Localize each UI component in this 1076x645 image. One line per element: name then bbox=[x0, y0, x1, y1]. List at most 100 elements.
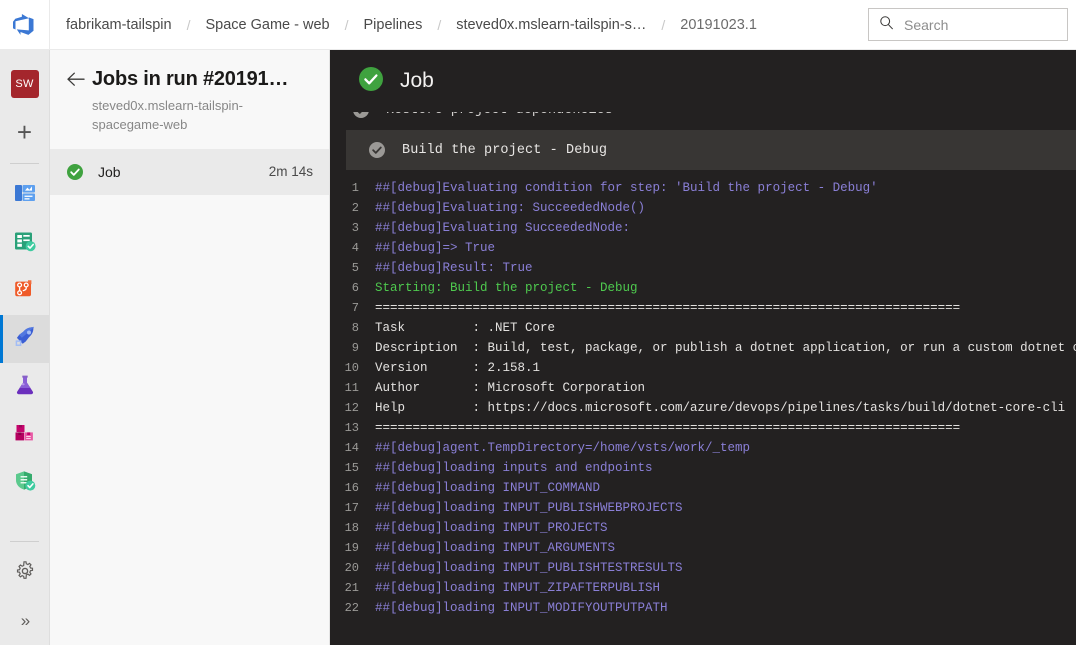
log-line-number: 19 bbox=[344, 541, 359, 555]
log-line-number: 21 bbox=[344, 581, 359, 595]
rail-divider-top bbox=[10, 163, 39, 164]
gear-icon bbox=[14, 560, 36, 587]
breadcrumb-pipeline[interactable]: steved0x.mslearn-tailspin-s… bbox=[452, 17, 650, 33]
log-line: 9 Description : Build, test, package, or … bbox=[330, 338, 1076, 358]
log-line-text: ##[debug]=> True bbox=[375, 241, 496, 255]
breadcrumb-organization[interactable]: fabrikam-tailspin bbox=[62, 17, 176, 33]
back-arrow-icon[interactable] bbox=[66, 71, 92, 87]
breadcrumb-separator: / bbox=[661, 16, 666, 33]
log-line-number: 2 bbox=[351, 201, 359, 215]
sidebar-item-repos[interactable] bbox=[0, 267, 49, 315]
log-line: 13 ======================================… bbox=[330, 418, 1076, 438]
log-line-number: 13 bbox=[344, 421, 359, 435]
chevron-double-right-icon: » bbox=[20, 611, 31, 630]
azure-devops-logo-icon[interactable] bbox=[0, 0, 50, 49]
log-line: 22 ##[debug]loading INPUT_MODIFYOUTPUTPAT… bbox=[330, 598, 1076, 618]
steps-scroll-region[interactable]: Restore project dependencies Build the p… bbox=[330, 112, 1076, 645]
log-line-text: ##[debug]agent.TempDirectory=/home/vsts/… bbox=[375, 441, 751, 455]
log-line-number: 15 bbox=[344, 461, 359, 475]
log-line-text: ##[debug]loading INPUT_ZIPAFTERPUBLISH bbox=[375, 581, 661, 595]
sidebar-expand-button[interactable]: » bbox=[0, 597, 49, 645]
shield-check-icon bbox=[13, 469, 37, 498]
log-line-number: 4 bbox=[351, 241, 359, 255]
sidebar-item-security[interactable] bbox=[0, 459, 49, 507]
log-line: 19 ##[debug]loading INPUT_ARGUMENTS bbox=[330, 538, 1076, 558]
log-line: 12 Help : https://docs.microsoft.com/azur… bbox=[330, 398, 1076, 418]
log-line-text: ##[debug]Result: True bbox=[375, 261, 533, 275]
log-line-text: Task : .NET Core bbox=[375, 321, 556, 335]
log-line-text: Help : https://docs.microsoft.com/azure/… bbox=[375, 401, 1066, 415]
log-line-text: ##[debug]Evaluating SucceededNode: bbox=[375, 221, 631, 235]
log-line: 10 Version : 2.158.1 bbox=[330, 358, 1076, 378]
log-line: 14 ##[debug]agent.TempDirectory=/home/vst… bbox=[330, 438, 1076, 458]
log-line-number: 16 bbox=[344, 481, 359, 495]
job-duration: 2m 14s bbox=[268, 164, 313, 180]
log-line-text: ##[debug]loading INPUT_PUBLISHTESTRESULT… bbox=[375, 561, 683, 575]
avatar: SW bbox=[10, 70, 39, 98]
breadcrumb-pipelines[interactable]: Pipelines bbox=[359, 17, 426, 33]
log-line: 18 ##[debug]loading INPUT_PROJECTS bbox=[330, 518, 1076, 538]
log-line: 3 ##[debug]Evaluating SucceededNode: bbox=[330, 218, 1076, 238]
log-line-text: ##[debug]loading INPUT_ARGUMENTS bbox=[375, 541, 616, 555]
step-row-clipped[interactable]: Restore project dependencies bbox=[330, 112, 1076, 130]
test-plans-flask-icon bbox=[13, 373, 37, 402]
list-item[interactable]: Job 2m 14s bbox=[50, 148, 329, 195]
log-line: 15 ##[debug]loading inputs and endpoints bbox=[330, 458, 1076, 478]
log-line-number: 3 bbox=[351, 221, 359, 235]
log-line: 5 ##[debug]Result: True bbox=[330, 258, 1076, 278]
log-line: 4 ##[debug]=> True bbox=[330, 238, 1076, 258]
sidebar-item-artifacts[interactable] bbox=[0, 411, 49, 459]
jobs-panel-subtitle: steved0x.mslearn-tailspin-spacegame-web bbox=[92, 98, 244, 132]
rail-spacer bbox=[0, 507, 49, 534]
log-line-number: 17 bbox=[344, 501, 359, 515]
log-line-number: 1 bbox=[351, 181, 359, 195]
project-avatar-sw[interactable]: SW bbox=[0, 60, 49, 108]
grey-check-circle-icon bbox=[352, 112, 370, 119]
artifacts-boxes-icon bbox=[13, 421, 37, 450]
log-line-text: ##[debug]loading inputs and endpoints bbox=[375, 461, 653, 475]
log-line-text: Description : Build, test, package, or p… bbox=[375, 341, 1076, 355]
jobs-panel: Jobs in run #20191… steved0x.mslearn-tai… bbox=[50, 50, 330, 645]
log-line: 20 ##[debug]loading INPUT_PUBLISHTESTRESU… bbox=[330, 558, 1076, 578]
green-check-circle-icon bbox=[358, 66, 384, 97]
breadcrumb-run[interactable]: 20191023.1 bbox=[676, 17, 761, 33]
sidebar-item-test-plans[interactable] bbox=[0, 363, 49, 411]
log-line-number: 22 bbox=[344, 601, 359, 615]
sidebar-item-boards[interactable] bbox=[0, 219, 49, 267]
log-line: 7 =======================================… bbox=[330, 298, 1076, 318]
search-input[interactable] bbox=[904, 16, 1076, 33]
log-line: 16 ##[debug]loading INPUT_COMMAND bbox=[330, 478, 1076, 498]
search-box[interactable] bbox=[868, 8, 1076, 41]
main-body: SW + » Jobs in run #20191… steved0x.msle… bbox=[0, 50, 1076, 645]
sidebar-item-project-settings[interactable] bbox=[0, 549, 49, 597]
log-line: 11 Author : Microsoft Corporation bbox=[330, 378, 1076, 398]
green-check-circle-icon bbox=[66, 163, 84, 181]
sidebar-item-pipelines[interactable] bbox=[0, 315, 49, 363]
new-item-button[interactable]: + bbox=[0, 108, 49, 156]
breadcrumb-project[interactable]: Space Game - web bbox=[201, 17, 333, 33]
log-line-text: ##[debug]loading INPUT_COMMAND bbox=[375, 481, 601, 495]
log-title: Job bbox=[400, 69, 434, 92]
log-line-number: 20 bbox=[344, 561, 359, 575]
breadcrumb: fabrikam-tailspin / Space Game - web / P… bbox=[50, 0, 868, 49]
log-line-number: 5 bbox=[351, 261, 359, 275]
overview-icon bbox=[13, 181, 37, 210]
breadcrumb-separator: / bbox=[344, 16, 349, 33]
log-line-text: Version : 2.158.1 bbox=[375, 361, 541, 375]
step-header-build-the-project-debug[interactable]: Build the project - Debug bbox=[346, 130, 1076, 170]
sidebar-item-overview[interactable] bbox=[0, 171, 49, 219]
step-name-clipped: Restore project dependencies bbox=[386, 112, 613, 118]
log-line-list[interactable]: 1 ##[debug]Evaluating condition for step:… bbox=[330, 170, 1076, 618]
step-name: Build the project - Debug bbox=[402, 142, 608, 158]
log-line-number: 8 bbox=[351, 321, 359, 335]
log-line: 17 ##[debug]loading INPUT_PUBLISHWEBPROJE… bbox=[330, 498, 1076, 518]
log-line: 6 Starting: Build the project - Debug bbox=[330, 278, 1076, 298]
breadcrumb-separator: / bbox=[186, 16, 191, 33]
log-line: 21 ##[debug]loading INPUT_ZIPAFTERPUBLISH bbox=[330, 578, 1076, 598]
log-line-text: ========================================… bbox=[375, 421, 961, 435]
breadcrumb-separator: / bbox=[437, 16, 442, 33]
app-root: fabrikam-tailspin / Space Game - web / P… bbox=[0, 0, 1076, 645]
log-line-number: 10 bbox=[344, 361, 359, 375]
log-line-text: Starting: Build the project - Debug bbox=[375, 281, 638, 295]
grey-check-circle-icon bbox=[368, 141, 386, 159]
